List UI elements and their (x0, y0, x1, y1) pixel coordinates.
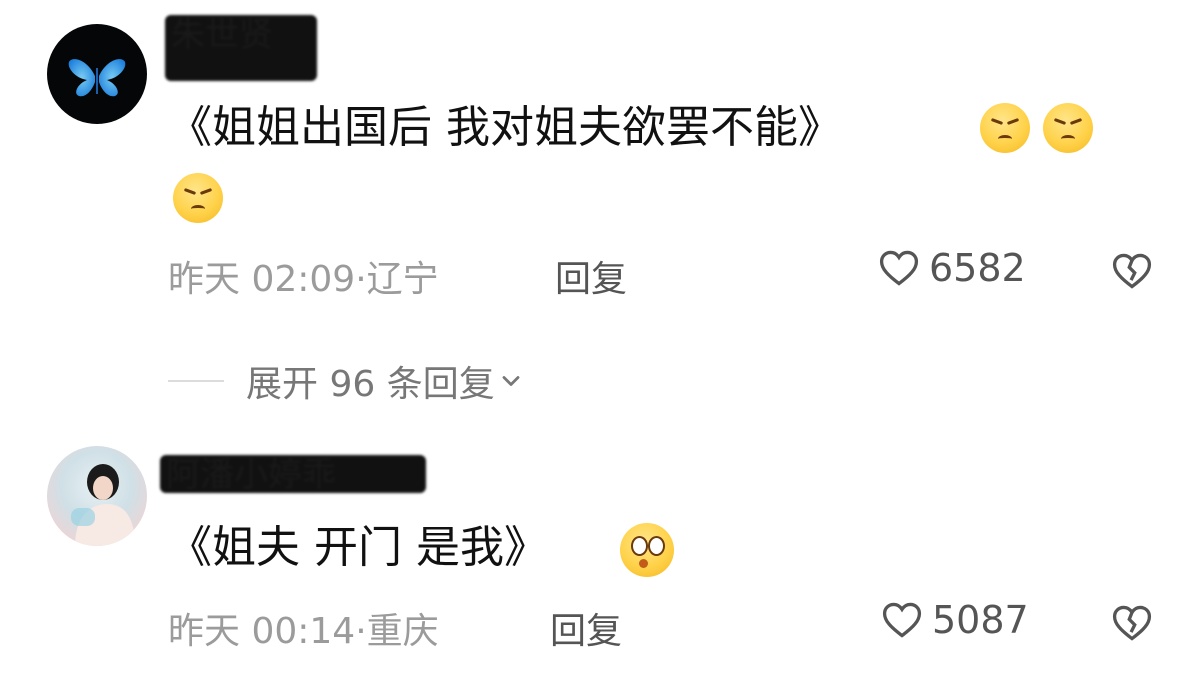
comment-location: 重庆 (366, 611, 439, 652)
avatar[interactable] (47, 24, 147, 124)
expand-replies-button[interactable]: 展开 96 条回复 (168, 355, 525, 407)
comment-meta: 昨天 02:09·辽宁 (168, 250, 439, 302)
reply-button[interactable]: 回复 (555, 250, 627, 302)
broken-heart-icon[interactable] (1110, 601, 1154, 645)
meta-dot: · (355, 611, 367, 652)
meta-dot: · (355, 259, 367, 300)
butterfly-icon (68, 59, 126, 97)
emoji-row (612, 523, 674, 577)
comment-time: 昨天 02:09 (168, 259, 356, 300)
divider-line (168, 380, 224, 382)
like-button[interactable]: 6582 (877, 246, 1026, 290)
emoji-row (165, 173, 223, 223)
heart-outline-icon (879, 250, 919, 286)
comment-list: 朱世贤 《姐姐出国后 我对姐夫欲罢不能》 昨天 02:09·辽宁 回复 6582… (0, 0, 1200, 693)
comment-meta: 昨天 00:14·重庆 (168, 602, 439, 654)
chevron-down-icon (502, 376, 520, 386)
emoji-row (972, 103, 1094, 153)
username: 朱世贤 (171, 15, 273, 55)
username-redacted[interactable]: 阿潘小婷乖 (160, 455, 426, 493)
comment-text: 《姐姐出国后 我对姐夫欲罢不能》 (168, 102, 842, 153)
comment-time: 昨天 00:14 (168, 611, 356, 652)
angry-face-emoji (173, 173, 223, 223)
reply-button[interactable]: 回复 (550, 602, 622, 654)
angry-face-emoji (1043, 103, 1094, 153)
angry-face-emoji (980, 103, 1030, 153)
comment-location: 辽宁 (366, 259, 439, 300)
heart-outline-icon (882, 602, 922, 638)
broken-heart-icon[interactable] (1110, 249, 1154, 293)
avatar[interactable] (47, 446, 147, 546)
like-count: 6582 (929, 246, 1026, 290)
like-button[interactable]: 5087 (880, 598, 1029, 642)
expand-replies-label: 展开 96 条回复 (246, 364, 495, 405)
username: 阿潘小婷乖 (166, 455, 336, 493)
like-count: 5087 (932, 598, 1029, 642)
comment-text: 《姐夫 开门 是我》 (168, 522, 548, 573)
username-redacted[interactable]: 朱世贤 (165, 15, 317, 81)
thinking-face-emoji (620, 523, 674, 577)
profile-photo (71, 464, 135, 546)
